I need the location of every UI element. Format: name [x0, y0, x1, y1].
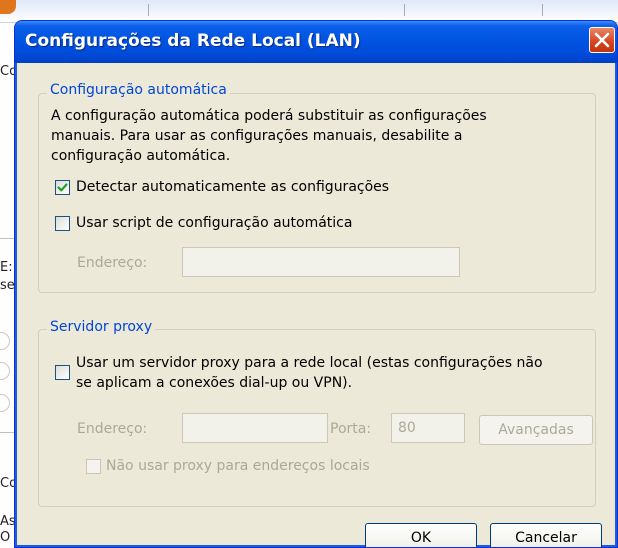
- auto-config-description-line: manuais. Para usar as configurações manu…: [51, 128, 463, 144]
- background-tick: [404, 4, 405, 16]
- auto-config-description-line: configuração automática.: [51, 148, 231, 164]
- ok-button[interactable]: OK: [365, 523, 477, 547]
- proxy-address-input[interactable]: [182, 413, 328, 443]
- check-mark-icon: [57, 183, 68, 192]
- detect-settings-label[interactable]: Detectar automaticamente as configuraçõe…: [76, 179, 389, 195]
- background-radio: [0, 362, 10, 380]
- detect-settings-checkbox[interactable]: [55, 180, 70, 195]
- auto-config-legend: Configuração automática: [47, 82, 230, 98]
- use-proxy-label-line[interactable]: se aplicam a conexões dial-up ou VPN).: [76, 375, 352, 391]
- background-radio: [0, 394, 10, 412]
- advanced-button[interactable]: Avançadas: [479, 415, 593, 445]
- script-address-input[interactable]: [182, 247, 460, 277]
- background-text-fragment: se: [0, 278, 15, 293]
- close-x-icon: [594, 32, 610, 48]
- dialog-body: Configuração automática A configuração a…: [18, 63, 614, 547]
- use-proxy-checkbox[interactable]: [55, 365, 70, 380]
- cancel-button[interactable]: Cancelar: [490, 523, 602, 547]
- proxy-server-legend: Servidor proxy: [47, 319, 156, 335]
- auto-config-script-checkbox[interactable]: [55, 216, 70, 231]
- background-tick: [542, 4, 543, 16]
- bypass-local-checkbox[interactable]: [86, 459, 101, 474]
- dialog-titlebar[interactable]: Configurações da Rede Local (LAN): [15, 21, 617, 63]
- auto-config-description-line: A configuração automática poderá substit…: [51, 108, 487, 124]
- proxy-port-input[interactable]: [391, 413, 465, 443]
- background-divider: [0, 238, 14, 239]
- background-text-fragment: E:: [0, 260, 13, 275]
- background-radio: [0, 332, 10, 350]
- lan-settings-dialog: Configurações da Rede Local (LAN) Config…: [14, 20, 618, 548]
- background-divider: [0, 432, 14, 433]
- bypass-local-label[interactable]: Não usar proxy para endereços locais: [106, 458, 370, 474]
- background-text-fragment: O: [0, 530, 11, 545]
- proxy-port-label: Porta:: [330, 421, 372, 437]
- auto-config-script-label[interactable]: Usar script de configuração automática: [76, 215, 352, 231]
- proxy-address-label: Endereço:: [77, 421, 148, 437]
- background-tick: [148, 4, 149, 16]
- close-button[interactable]: [589, 27, 615, 53]
- script-address-label: Endereço:: [77, 255, 148, 271]
- dialog-title: Configurações da Rede Local (LAN): [25, 31, 361, 51]
- use-proxy-label-line[interactable]: Usar um servidor proxy para a rede local…: [76, 355, 543, 371]
